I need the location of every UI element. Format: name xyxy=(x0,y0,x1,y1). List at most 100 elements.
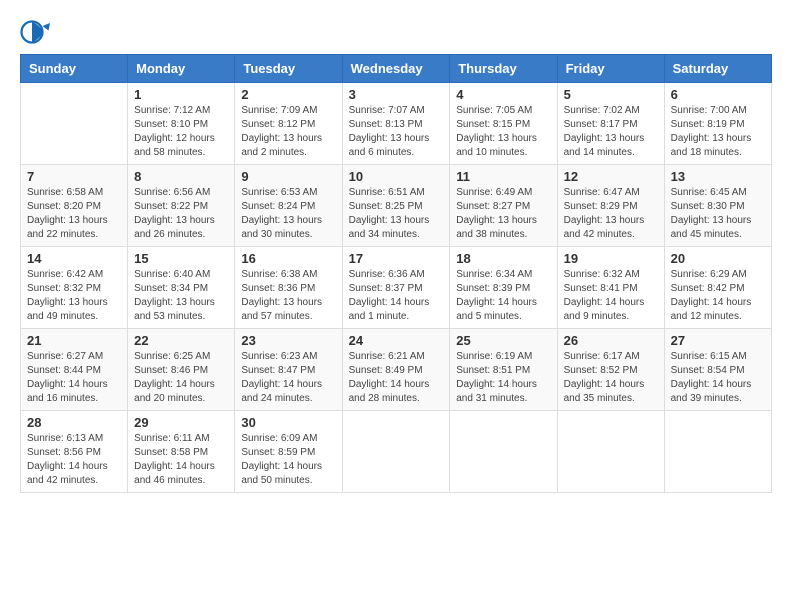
day-number: 28 xyxy=(27,415,121,430)
calendar-cell: 27 Sunrise: 6:15 AM Sunset: 8:54 PM Dayli… xyxy=(664,329,771,411)
calendar-cell: 7 Sunrise: 6:58 AM Sunset: 8:20 PM Daylig… xyxy=(21,165,128,247)
day-info: Sunrise: 7:09 AM Sunset: 8:12 PM Dayligh… xyxy=(241,104,335,160)
day-number: 14 xyxy=(27,251,121,266)
calendar-cell: 23 Sunrise: 6:23 AM Sunset: 8:47 PM Dayli… xyxy=(235,329,342,411)
calendar-cell: 8 Sunrise: 6:56 AM Sunset: 8:22 PM Daylig… xyxy=(128,165,235,247)
day-number: 25 xyxy=(456,333,550,348)
calendar-table: SundayMondayTuesdayWednesdayThursdayFrid… xyxy=(20,54,772,493)
day-number: 30 xyxy=(241,415,335,430)
calendar-cell: 17 Sunrise: 6:36 AM Sunset: 8:37 PM Dayli… xyxy=(342,247,450,329)
day-number: 16 xyxy=(241,251,335,266)
calendar-week-4: 21 Sunrise: 6:27 AM Sunset: 8:44 PM Dayli… xyxy=(21,329,772,411)
day-number: 22 xyxy=(134,333,228,348)
day-number: 17 xyxy=(349,251,444,266)
day-info: Sunrise: 6:49 AM Sunset: 8:27 PM Dayligh… xyxy=(456,186,550,242)
day-header-sunday: Sunday xyxy=(21,55,128,83)
day-info: Sunrise: 6:27 AM Sunset: 8:44 PM Dayligh… xyxy=(27,350,121,406)
day-header-saturday: Saturday xyxy=(664,55,771,83)
day-number: 21 xyxy=(27,333,121,348)
calendar-cell: 1 Sunrise: 7:12 AM Sunset: 8:10 PM Daylig… xyxy=(128,83,235,165)
calendar-cell: 21 Sunrise: 6:27 AM Sunset: 8:44 PM Dayli… xyxy=(21,329,128,411)
day-info: Sunrise: 7:05 AM Sunset: 8:15 PM Dayligh… xyxy=(456,104,550,160)
calendar-cell: 4 Sunrise: 7:05 AM Sunset: 8:15 PM Daylig… xyxy=(450,83,557,165)
day-header-friday: Friday xyxy=(557,55,664,83)
day-number: 3 xyxy=(349,87,444,102)
calendar-cell xyxy=(557,411,664,493)
calendar-cell: 5Sunrise: 7:02 AM Sunset: 8:17 PM Daylig… xyxy=(557,83,664,165)
day-number: 6 xyxy=(671,87,765,102)
calendar-cell xyxy=(342,411,450,493)
calendar-cell: 26 Sunrise: 6:17 AM Sunset: 8:52 PM Dayli… xyxy=(557,329,664,411)
day-number: 11 xyxy=(456,169,550,184)
day-number: 2 xyxy=(241,87,335,102)
calendar-cell: 25Sunrise: 6:19 AM Sunset: 8:51 PM Dayli… xyxy=(450,329,557,411)
day-info: Sunrise: 6:15 AM Sunset: 8:54 PM Dayligh… xyxy=(671,350,765,406)
calendar-cell: 10 Sunrise: 6:51 AM Sunset: 8:25 PM Dayli… xyxy=(342,165,450,247)
day-info: Sunrise: 6:34 AM Sunset: 8:39 PM Dayligh… xyxy=(456,268,550,324)
day-number: 8 xyxy=(134,169,228,184)
calendar-cell: 11 Sunrise: 6:49 AM Sunset: 8:27 PM Dayli… xyxy=(450,165,557,247)
calendar-week-2: 7 Sunrise: 6:58 AM Sunset: 8:20 PM Daylig… xyxy=(21,165,772,247)
day-header-tuesday: Tuesday xyxy=(235,55,342,83)
day-number: 10 xyxy=(349,169,444,184)
day-number: 27 xyxy=(671,333,765,348)
day-number: 20 xyxy=(671,251,765,266)
calendar-week-1: 1 Sunrise: 7:12 AM Sunset: 8:10 PM Daylig… xyxy=(21,83,772,165)
calendar-cell: 28 Sunrise: 6:13 AM Sunset: 8:56 PM Dayli… xyxy=(21,411,128,493)
day-info: Sunrise: 6:45 AM Sunset: 8:30 PM Dayligh… xyxy=(671,186,765,242)
day-info: Sunrise: 7:12 AM Sunset: 8:10 PM Dayligh… xyxy=(134,104,228,160)
day-header-monday: Monday xyxy=(128,55,235,83)
day-info: Sunrise: 6:36 AM Sunset: 8:37 PM Dayligh… xyxy=(349,268,444,324)
calendar-cell: 12 Sunrise: 6:47 AM Sunset: 8:29 PM Dayli… xyxy=(557,165,664,247)
day-number: 29 xyxy=(134,415,228,430)
day-number: 9 xyxy=(241,169,335,184)
calendar-header: SundayMondayTuesdayWednesdayThursdayFrid… xyxy=(21,55,772,83)
day-number: 26 xyxy=(564,333,658,348)
day-number: 4 xyxy=(456,87,550,102)
day-info: Sunrise: 6:51 AM Sunset: 8:25 PM Dayligh… xyxy=(349,186,444,242)
day-info: Sunrise: 6:56 AM Sunset: 8:22 PM Dayligh… xyxy=(134,186,228,242)
day-info: Sunrise: 6:58 AM Sunset: 8:20 PM Dayligh… xyxy=(27,186,121,242)
calendar-cell: 19Sunrise: 6:32 AM Sunset: 8:41 PM Dayli… xyxy=(557,247,664,329)
day-info: Sunrise: 6:53 AM Sunset: 8:24 PM Dayligh… xyxy=(241,186,335,242)
calendar-cell xyxy=(664,411,771,493)
day-info: Sunrise: 6:17 AM Sunset: 8:52 PM Dayligh… xyxy=(564,350,658,406)
calendar-cell: 2 Sunrise: 7:09 AM Sunset: 8:12 PM Daylig… xyxy=(235,83,342,165)
calendar-cell: 20 Sunrise: 6:29 AM Sunset: 8:42 PM Dayli… xyxy=(664,247,771,329)
day-number: 7 xyxy=(27,169,121,184)
calendar-cell: 14 Sunrise: 6:42 AM Sunset: 8:32 PM Dayli… xyxy=(21,247,128,329)
day-info: Sunrise: 6:47 AM Sunset: 8:29 PM Dayligh… xyxy=(564,186,658,242)
calendar-cell: 16Sunrise: 6:38 AM Sunset: 8:36 PM Dayli… xyxy=(235,247,342,329)
day-info: Sunrise: 6:40 AM Sunset: 8:34 PM Dayligh… xyxy=(134,268,228,324)
day-info: Sunrise: 6:42 AM Sunset: 8:32 PM Dayligh… xyxy=(27,268,121,324)
calendar-cell: 24Sunrise: 6:21 AM Sunset: 8:49 PM Dayli… xyxy=(342,329,450,411)
logo-icon xyxy=(20,20,50,44)
calendar-cell xyxy=(21,83,128,165)
day-info: Sunrise: 6:23 AM Sunset: 8:47 PM Dayligh… xyxy=(241,350,335,406)
day-info: Sunrise: 6:21 AM Sunset: 8:49 PM Dayligh… xyxy=(349,350,444,406)
day-info: Sunrise: 7:02 AM Sunset: 8:17 PM Dayligh… xyxy=(564,104,658,160)
day-number: 15 xyxy=(134,251,228,266)
calendar-cell: 29 Sunrise: 6:11 AM Sunset: 8:58 PM Dayli… xyxy=(128,411,235,493)
calendar-week-5: 28 Sunrise: 6:13 AM Sunset: 8:56 PM Dayli… xyxy=(21,411,772,493)
day-info: Sunrise: 6:25 AM Sunset: 8:46 PM Dayligh… xyxy=(134,350,228,406)
day-number: 18 xyxy=(456,251,550,266)
calendar-cell: 18 Sunrise: 6:34 AM Sunset: 8:39 PM Dayli… xyxy=(450,247,557,329)
calendar-header-row: SundayMondayTuesdayWednesdayThursdayFrid… xyxy=(21,55,772,83)
day-info: Sunrise: 6:13 AM Sunset: 8:56 PM Dayligh… xyxy=(27,432,121,488)
calendar-cell: 22 Sunrise: 6:25 AM Sunset: 8:46 PM Dayli… xyxy=(128,329,235,411)
day-info: Sunrise: 6:11 AM Sunset: 8:58 PM Dayligh… xyxy=(134,432,228,488)
day-info: Sunrise: 6:29 AM Sunset: 8:42 PM Dayligh… xyxy=(671,268,765,324)
calendar-cell: 6Sunrise: 7:00 AM Sunset: 8:19 PM Daylig… xyxy=(664,83,771,165)
calendar-body: 1 Sunrise: 7:12 AM Sunset: 8:10 PM Daylig… xyxy=(21,83,772,493)
calendar-cell xyxy=(450,411,557,493)
calendar-cell: 3 Sunrise: 7:07 AM Sunset: 8:13 PM Daylig… xyxy=(342,83,450,165)
day-number: 12 xyxy=(564,169,658,184)
day-number: 23 xyxy=(241,333,335,348)
day-info: Sunrise: 7:07 AM Sunset: 8:13 PM Dayligh… xyxy=(349,104,444,160)
calendar-cell: 15 Sunrise: 6:40 AM Sunset: 8:34 PM Dayli… xyxy=(128,247,235,329)
logo xyxy=(20,20,54,44)
calendar-cell: 13Sunrise: 6:45 AM Sunset: 8:30 PM Dayli… xyxy=(664,165,771,247)
day-info: Sunrise: 6:09 AM Sunset: 8:59 PM Dayligh… xyxy=(241,432,335,488)
day-number: 1 xyxy=(134,87,228,102)
